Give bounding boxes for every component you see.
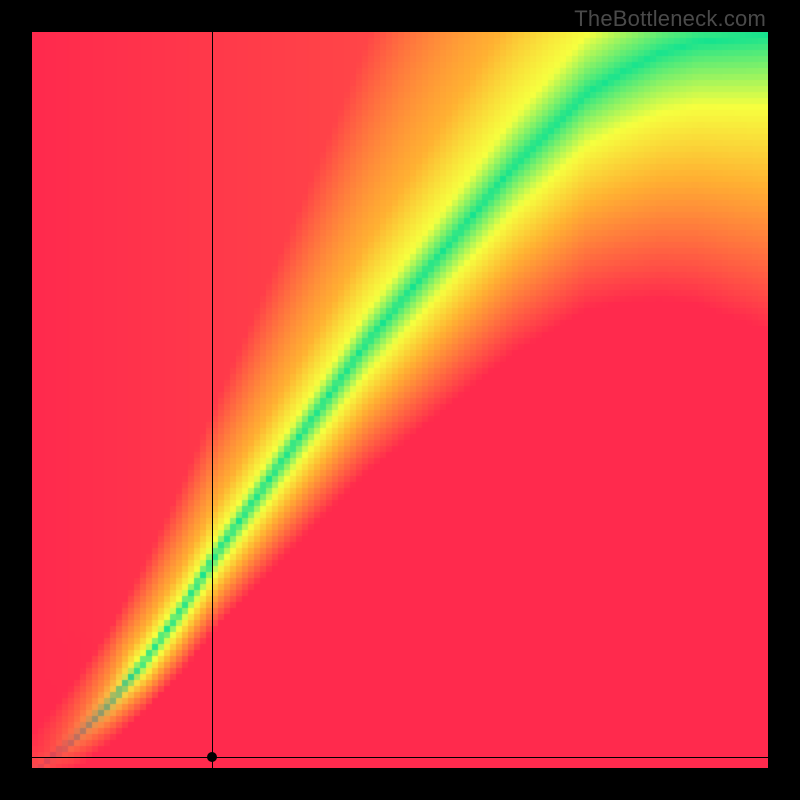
selected-point-marker — [207, 752, 217, 762]
crosshair-vertical — [212, 32, 213, 768]
watermark-label: TheBottleneck.com — [574, 6, 766, 32]
crosshair-horizontal — [32, 757, 768, 758]
chart-frame: TheBottleneck.com — [0, 0, 800, 800]
plot-area — [32, 32, 768, 768]
bottleneck-heatmap — [32, 32, 768, 768]
